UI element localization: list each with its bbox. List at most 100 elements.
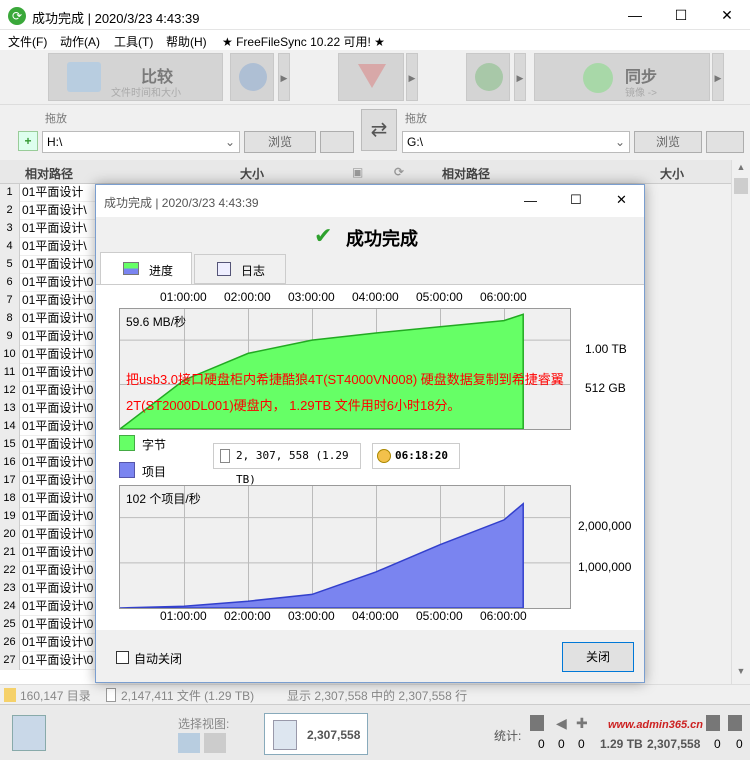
grid-scrollbar[interactable]: ▲ ▼ [731,160,750,684]
table-row[interactable]: 24 01平面设计\0 [0,598,96,616]
row-path: 01平面设计\ [22,221,87,235]
right-drop-label: 拖放 [405,113,427,125]
sync-direction-icon[interactable]: ⟳ [394,165,404,179]
camera-icon[interactable]: ▣ [352,165,363,179]
left-cloud-icon[interactable] [320,131,354,153]
table-row[interactable]: 20 01平面设计\0 [0,526,96,544]
right-browse-button[interactable]: 浏览 [634,131,702,153]
auto-close-label: 自动关闭 [134,652,183,666]
menu-help[interactable]: 帮助(H) [166,33,207,50]
menu-tools[interactable]: 工具(T) [114,33,153,50]
scroll-up-icon[interactable]: ▲ [734,162,748,176]
watermark-text: www.admin365.cn [608,719,703,731]
view-sync-icon[interactable] [204,733,226,753]
table-row[interactable]: 4 01平面设计\ [0,238,96,256]
add-folder-pair-icon[interactable]: + [18,131,38,151]
maximize-button[interactable]: ☐ [658,0,704,30]
minimize-button[interactable]: — [612,0,658,30]
row-path: 01平面设计\0 [22,563,94,577]
config-panel-icon[interactable] [12,715,46,751]
row-number: 18 [0,490,20,508]
compare-dropdown-arrow[interactable]: ▶ [278,53,290,101]
table-row[interactable]: 8 01平面设计\0 [0,310,96,328]
sync-settings-arrow[interactable]: ▶ [514,53,526,101]
series-area-项目 [120,502,524,608]
menu-action[interactable]: 动作(A) [60,33,100,50]
file-view-toggle[interactable]: 2,307,558 [264,713,368,755]
table-row[interactable]: 17 01平面设计\0 [0,472,96,490]
dialog-minimize-button[interactable]: — [524,193,537,208]
row-path: 01平面设计\0 [22,401,94,415]
scroll-down-icon[interactable]: ▼ [734,666,748,680]
row-path: 01平面设计\0 [22,365,94,379]
right-col-path-header[interactable]: 相对路径 [442,165,490,182]
row-number: 15 [0,436,20,454]
tab-progress[interactable]: 进度 [100,252,192,285]
row-path: 01平面设计\0 [22,545,94,559]
right-cloud-icon[interactable] [706,131,744,153]
left-path-input[interactable]: H:\ ⌄ [42,131,240,153]
table-row[interactable]: 25 01平面设计\0 [0,616,96,634]
auto-close-checkbox[interactable] [116,651,129,664]
left-col-size-header[interactable]: 大小 [240,165,264,182]
table-row[interactable]: 9 01平面设计\0 [0,328,96,346]
filter-funnel-icon [358,64,386,88]
menu-file[interactable]: 文件(F) [8,33,47,50]
row-number: 16 [0,454,20,472]
sync-dropdown-arrow[interactable]: ▶ [712,53,724,101]
table-row[interactable]: 15 01平面设计\0 [0,436,96,454]
dialog-close-button[interactable]: ✕ [616,192,627,208]
table-row[interactable]: 3 01平面设计\ [0,220,96,238]
swap-sides-icon[interactable]: ⇄ [361,109,397,151]
table-row[interactable]: 1 01平面设计 [0,184,96,202]
filter-dropdown-arrow[interactable]: ▶ [406,53,418,101]
log-icon [217,262,231,276]
legend-items-label: 项目 [142,465,167,479]
table-row[interactable]: 16 01平面设计\0 [0,454,96,472]
menu-update-notice[interactable]: ★ FreeFileSync 10.22 可用! ★ [222,33,385,50]
table-row[interactable]: 21 01平面设计\0 [0,544,96,562]
compare-settings-button[interactable] [230,53,274,101]
row-number: 17 [0,472,20,490]
row-number: 19 [0,508,20,526]
scroll-thumb[interactable] [734,178,748,194]
right-path-input[interactable]: G:\ ⌄ [402,131,630,153]
table-row[interactable]: 27 01平面设计\0 [0,652,96,670]
dialog-close-action-button[interactable]: 关闭 [562,642,634,672]
time-tick-label: 01:00:00 [160,609,207,623]
table-row[interactable]: 7 01平面设计\0 [0,292,96,310]
filter-button[interactable] [338,53,404,101]
left-col-path-header[interactable]: 相对路径 [25,165,73,182]
table-row[interactable]: 18 01平面设计\0 [0,490,96,508]
dialog-headline: 成功完成 [346,229,418,249]
table-row[interactable]: 22 01平面设计\0 [0,562,96,580]
table-row[interactable]: 5 01平面设计\0 [0,256,96,274]
legend-bytes-swatch [119,435,135,451]
tab-progress-label: 进度 [149,264,174,278]
table-row[interactable]: 23 01平面设计\0 [0,580,96,598]
sync-button[interactable]: 同步 镜像 -> [534,53,710,101]
table-row[interactable]: 2 01平面设计\ [0,202,96,220]
view-camera-icon[interactable] [178,733,200,753]
close-window-button[interactable]: ✕ [704,0,750,30]
tab-log[interactable]: 日志 [194,254,286,284]
compare-button[interactable]: 比较 文件时间和大小 [48,53,223,101]
table-row[interactable]: 11 01平面设计\0 [0,364,96,382]
chevron-down-icon: ⌄ [614,135,625,149]
right-col-size-header[interactable]: 大小 [660,165,684,182]
table-row[interactable]: 6 01平面设计\0 [0,274,96,292]
status-dirs: 160,147 目录 [20,689,91,703]
table-row[interactable]: 26 01平面设计\0 [0,634,96,652]
table-row[interactable]: 12 01平面设计\0 [0,382,96,400]
table-row[interactable]: 10 01平面设计\0 [0,346,96,364]
table-row[interactable]: 19 01平面设计\0 [0,508,96,526]
dialog-maximize-button[interactable]: ☐ [570,192,582,208]
sync-settings-button[interactable] [466,53,510,101]
table-row[interactable]: 14 01平面设计\0 [0,418,96,436]
table-row[interactable]: 13 01平面设计\0 [0,400,96,418]
time-tick-label: 02:00:00 [224,290,271,304]
select-view-label: 选择视图: [178,717,230,731]
time-tick-label: 05:00:00 [416,290,463,304]
left-browse-button[interactable]: 浏览 [244,131,316,153]
row-number: 24 [0,598,20,616]
